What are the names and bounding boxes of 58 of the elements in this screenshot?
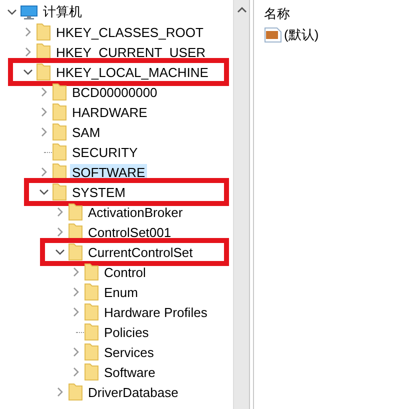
folder-icon — [52, 123, 67, 141]
expand-chevron-icon[interactable] — [40, 87, 48, 97]
tree-item[interactable]: ControlSet001 — [86, 224, 174, 240]
folder-icon — [84, 343, 99, 361]
folder-icon — [52, 83, 67, 101]
tree-item[interactable]: Policies — [102, 324, 151, 340]
tree-item[interactable]: HKEY_CURRENT_USER — [54, 44, 208, 60]
tree-item[interactable]: SAM — [70, 124, 102, 140]
tree-item[interactable]: 计算机 — [41, 2, 84, 22]
expand-chevron-icon[interactable] — [56, 207, 64, 217]
value-name[interactable]: (默认) — [284, 26, 319, 44]
tree-item[interactable]: Hardware Profiles — [102, 304, 210, 320]
tree-item[interactable]: ActivationBroker — [86, 204, 185, 220]
expand-chevron-icon[interactable] — [40, 127, 48, 137]
expand-chevron-icon[interactable] — [72, 347, 80, 357]
folder-icon — [84, 283, 99, 301]
folder-icon — [68, 383, 83, 401]
collapse-chevron-icon[interactable] — [55, 248, 65, 256]
folder-icon — [68, 243, 83, 261]
computer-icon — [20, 4, 38, 20]
folder-icon — [84, 303, 99, 321]
expand-chevron-icon[interactable] — [40, 107, 48, 117]
folder-icon — [52, 103, 67, 121]
tree-item[interactable]: CurrentControlSet — [86, 244, 195, 260]
expand-chevron-icon[interactable] — [24, 47, 32, 57]
folder-icon — [52, 143, 67, 161]
scroll-up-icon[interactable] — [236, 6, 246, 13]
expand-chevron-icon[interactable] — [72, 367, 80, 377]
tree-item[interactable]: HKEY_CLASSES_ROOT — [54, 24, 206, 40]
expand-chevron-icon[interactable] — [72, 287, 80, 297]
tree-item[interactable]: BCD00000000 — [70, 84, 160, 100]
expand-chevron-icon[interactable] — [56, 387, 64, 397]
folder-icon — [84, 363, 99, 381]
expand-chevron-icon[interactable] — [24, 27, 32, 37]
expand-chevron-icon[interactable] — [40, 167, 48, 177]
collapse-chevron-icon[interactable] — [7, 8, 17, 16]
tree-item[interactable]: Enum — [102, 284, 140, 300]
folder-icon — [52, 183, 67, 201]
tree-item[interactable]: SYSTEM — [70, 184, 128, 200]
collapse-chevron-icon[interactable] — [39, 188, 49, 196]
folder-icon — [84, 263, 99, 281]
folder-icon — [68, 203, 83, 221]
tree-item[interactable]: Software — [102, 364, 158, 380]
tree-item[interactable]: DriverDatabase — [86, 384, 180, 400]
tree-item[interactable]: HKEY_LOCAL_MACHINE — [54, 64, 210, 80]
folder-icon — [84, 323, 99, 341]
tree-item[interactable]: SECURITY — [70, 144, 140, 160]
column-header[interactable]: 名称 — [264, 5, 290, 23]
collapse-chevron-icon[interactable] — [23, 68, 33, 76]
expand-chevron-icon[interactable] — [56, 227, 64, 237]
folder-icon — [36, 63, 51, 81]
tree-item[interactable]: HARDWARE — [70, 104, 150, 120]
expand-chevron-icon[interactable] — [72, 267, 80, 277]
folder-icon — [36, 23, 51, 41]
tree-item[interactable]: Services — [102, 344, 156, 360]
tree-item[interactable]: Control — [102, 264, 148, 280]
string-value-icon — [264, 27, 282, 43]
expand-chevron-icon[interactable] — [72, 307, 80, 317]
